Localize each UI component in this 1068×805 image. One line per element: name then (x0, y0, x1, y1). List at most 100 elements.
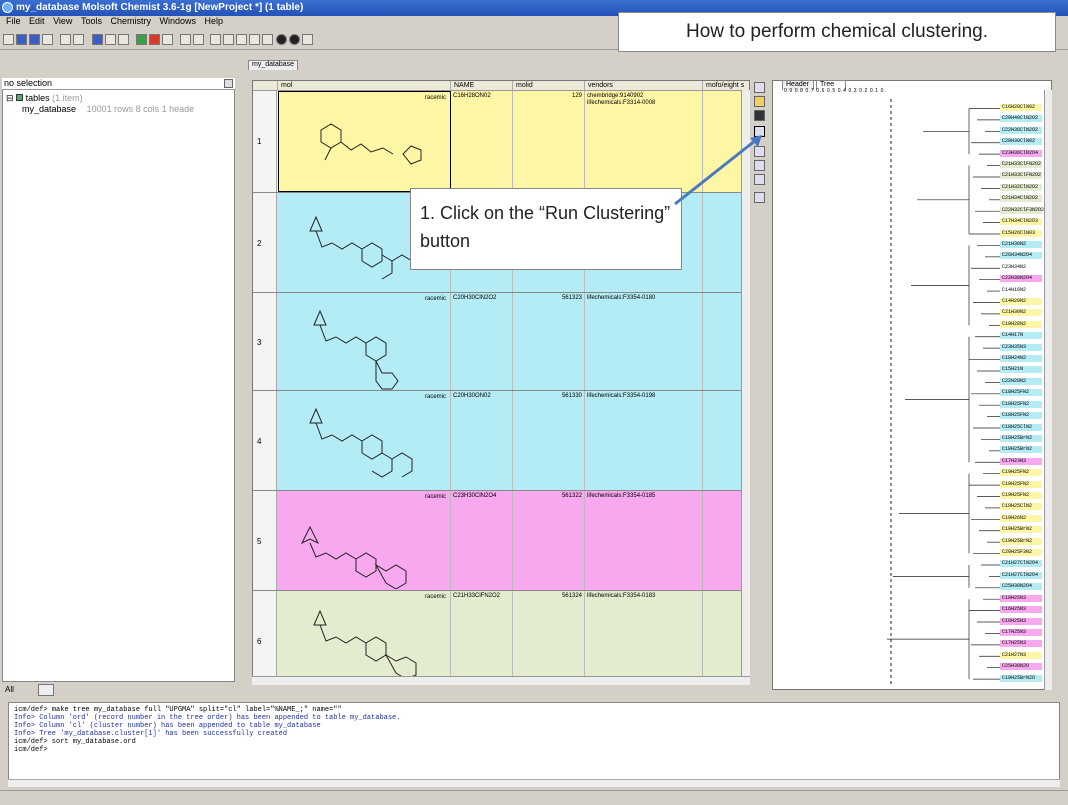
table-row[interactable]: 5 racemic C23H30ClN2O4 561322 lifechemicals:… (253, 491, 749, 591)
tree-leaf-label[interactable]: C19H26N2 (1000, 514, 1042, 522)
tree-leaf-label[interactable]: C20H40ClN2O2 (1000, 115, 1042, 123)
table-row[interactable]: 4 racemic C20H30ON02 561330 lifechemicals:F3… (253, 391, 749, 491)
tree-leaf-label[interactable]: C23H34N2 (1000, 263, 1042, 271)
pencil-icon[interactable] (754, 82, 765, 93)
grid-icon[interactable] (210, 34, 221, 45)
tree-leaf-label[interactable]: C21H30N2 (1000, 309, 1042, 317)
col-header-molid[interactable]: molid (513, 81, 585, 91)
tree-leaf-label[interactable]: C18H25BrN2 (1000, 446, 1042, 454)
tree-leaf-label[interactable]: C18H25BrN2 (1000, 434, 1042, 442)
search-icon[interactable] (105, 34, 116, 45)
tree-leaf-label[interactable]: C22H28N2 (1000, 377, 1042, 385)
tree-leaf-label[interactable]: C18H25FN2 (1000, 400, 1042, 408)
row-number[interactable]: 1 (253, 91, 277, 192)
selection-dropdown[interactable]: no selection (2, 78, 235, 90)
tree-leaf-label[interactable]: C18H25ClN2 (1000, 423, 1042, 431)
tree-db-node[interactable]: my_database 10001 rows 8 cols 1 heade (22, 104, 194, 114)
save-icon[interactable] (29, 34, 40, 45)
table-row[interactable]: 6 racemic C21H33ClFN2O2 561324 lifechemicals… (253, 591, 749, 683)
menu-file[interactable]: File (6, 16, 21, 26)
tree-leaf-label[interactable]: C15H26ClN03 (1000, 229, 1042, 237)
redo-icon[interactable] (73, 34, 84, 45)
zoom-icon[interactable] (118, 34, 129, 45)
tree-leaf-label[interactable]: C15H21N (1000, 366, 1042, 374)
row-number[interactable]: 5 (253, 491, 277, 590)
new-icon[interactable] (3, 34, 14, 45)
tree-leaf-label[interactable]: C17H25N3 (1000, 628, 1042, 636)
open-icon[interactable] (16, 34, 27, 45)
col-header-vendors[interactable]: vendors (585, 81, 703, 91)
print-icon[interactable] (42, 34, 53, 45)
row-number[interactable]: 3 (253, 293, 277, 390)
undo-icon[interactable] (60, 34, 71, 45)
find-icon[interactable] (92, 34, 103, 45)
tree-leaf-label[interactable]: C16H25N3 (1000, 617, 1042, 625)
import-icon[interactable] (149, 34, 160, 45)
tree-leaf-label[interactable]: C19H25FN2 (1000, 480, 1042, 488)
tree-leaf-label[interactable]: C25H30N2O4 (1000, 583, 1042, 591)
binoculars-icon[interactable] (754, 110, 765, 121)
tree-leaf-label[interactable]: C22H30N2O4 (1000, 275, 1042, 283)
row-number[interactable]: 2 (253, 193, 277, 292)
tree-leaf-label[interactable]: C19H25FN2 (1000, 492, 1042, 499)
table-icon[interactable] (193, 34, 204, 45)
expand-icon[interactable]: ⊟ (6, 93, 14, 103)
tree-leaf-label[interactable]: C21H33ClFN2O2 (1000, 172, 1042, 180)
tree-leaf-label[interactable]: C19H28N2 (1000, 320, 1042, 328)
tree-leaf-label[interactable]: C21H27ClN2O4 (1000, 571, 1042, 579)
row-number[interactable]: 4 (253, 391, 277, 490)
tree-leaf-label[interactable]: C21H27ClN2O4 (1000, 560, 1042, 568)
tree-leaf-label[interactable]: C18H25FN2 (1000, 389, 1042, 397)
molecule-icon[interactable] (136, 34, 147, 45)
console-scrollbar[interactable] (8, 779, 1060, 787)
menu-edit[interactable]: Edit (29, 16, 45, 26)
tree-tables-node[interactable]: ⊟ tables (1 item) (6, 93, 83, 104)
command-console[interactable]: icm/def> make tree my_database full "UPG… (8, 702, 1060, 786)
chevron-down-icon[interactable] (224, 79, 233, 88)
tree-leaf-label[interactable]: C25H30N2O (1000, 663, 1042, 671)
tree-leaf-label[interactable]: C21H33ClFN2O2 (1000, 161, 1042, 169)
tree-leaf-label[interactable]: C16H25N3 (1000, 606, 1042, 614)
tab-my-database[interactable]: my_database (248, 60, 299, 70)
col-header-name[interactable]: NAME (451, 81, 513, 91)
edit-icon[interactable] (754, 96, 765, 107)
tree-leaf-label[interactable]: C18H25FN2 (1000, 412, 1042, 420)
tree-leaf-label[interactable]: C19H25BrN2 (1000, 537, 1042, 545)
tree-leaf-label[interactable]: C19H25BrN2O (1000, 674, 1042, 682)
table-row[interactable]: 3 racemic C20H30ClN2O2 561323 lifechemicals:… (253, 293, 749, 391)
tree-leaf-label[interactable]: C18H25N3 (1000, 594, 1042, 602)
tree-leaf-label[interactable]: C23H35N3 (1000, 343, 1042, 351)
tree-leaf-label[interactable]: C19H25FN2 (1000, 469, 1042, 477)
tree-leaf-label[interactable]: C21H27N3 (1000, 651, 1042, 659)
chart-icon[interactable] (180, 34, 191, 45)
export-icon[interactable] (162, 34, 173, 45)
menu-view[interactable]: View (53, 16, 72, 26)
tree-leaf-label[interactable]: C17H23N3 (1000, 457, 1042, 465)
filter-icon[interactable] (223, 34, 234, 45)
tree-leaf-label[interactable]: C21H34ClN2O2 (1000, 195, 1042, 203)
layout-icon[interactable] (249, 34, 260, 45)
sphere-icon[interactable] (276, 34, 287, 45)
toggle-button[interactable] (38, 684, 54, 696)
menu-help[interactable]: Help (205, 16, 224, 26)
menu-chemistry[interactable]: Chemistry (110, 16, 151, 26)
tree-leaf-label[interactable]: C26H34N2O4 (1000, 252, 1042, 260)
tree-leaf-label[interactable]: C21H30N2 (1000, 240, 1042, 248)
tree-leaf-label[interactable]: C17H25N3 (1000, 640, 1042, 648)
menu-tools[interactable]: Tools (81, 16, 102, 26)
table-horizontal-scrollbar[interactable] (252, 676, 750, 685)
tree-leaf-label[interactable]: C14H20N2 (1000, 298, 1042, 305)
tree-leaf-label[interactable]: C19H25ClN2 (1000, 503, 1042, 511)
tree-leaf-label[interactable]: C22H36ClN2O2 (1000, 126, 1042, 134)
tree-leaf-label[interactable]: C23H36ClN2O4 (1000, 149, 1042, 157)
tree-leaf-label[interactable]: C18H24N2 (1000, 355, 1042, 363)
plot-icon[interactable] (262, 34, 273, 45)
col-header-mol[interactable]: mol (278, 81, 451, 91)
tree-leaf-label[interactable]: C20H25F3N2 (1000, 549, 1042, 557)
tree-leaf-label[interactable]: C21H32ClN2O2 (1000, 183, 1042, 191)
tree-leaf-label[interactable]: C14H17N (1000, 332, 1042, 340)
tree-leaf-label[interactable]: C20H30ClN02 (1000, 138, 1042, 146)
columns-icon[interactable] (236, 34, 247, 45)
tree-leaf-label[interactable]: C17H34ClN2O3 (1000, 218, 1042, 226)
ball-icon[interactable] (289, 34, 300, 45)
